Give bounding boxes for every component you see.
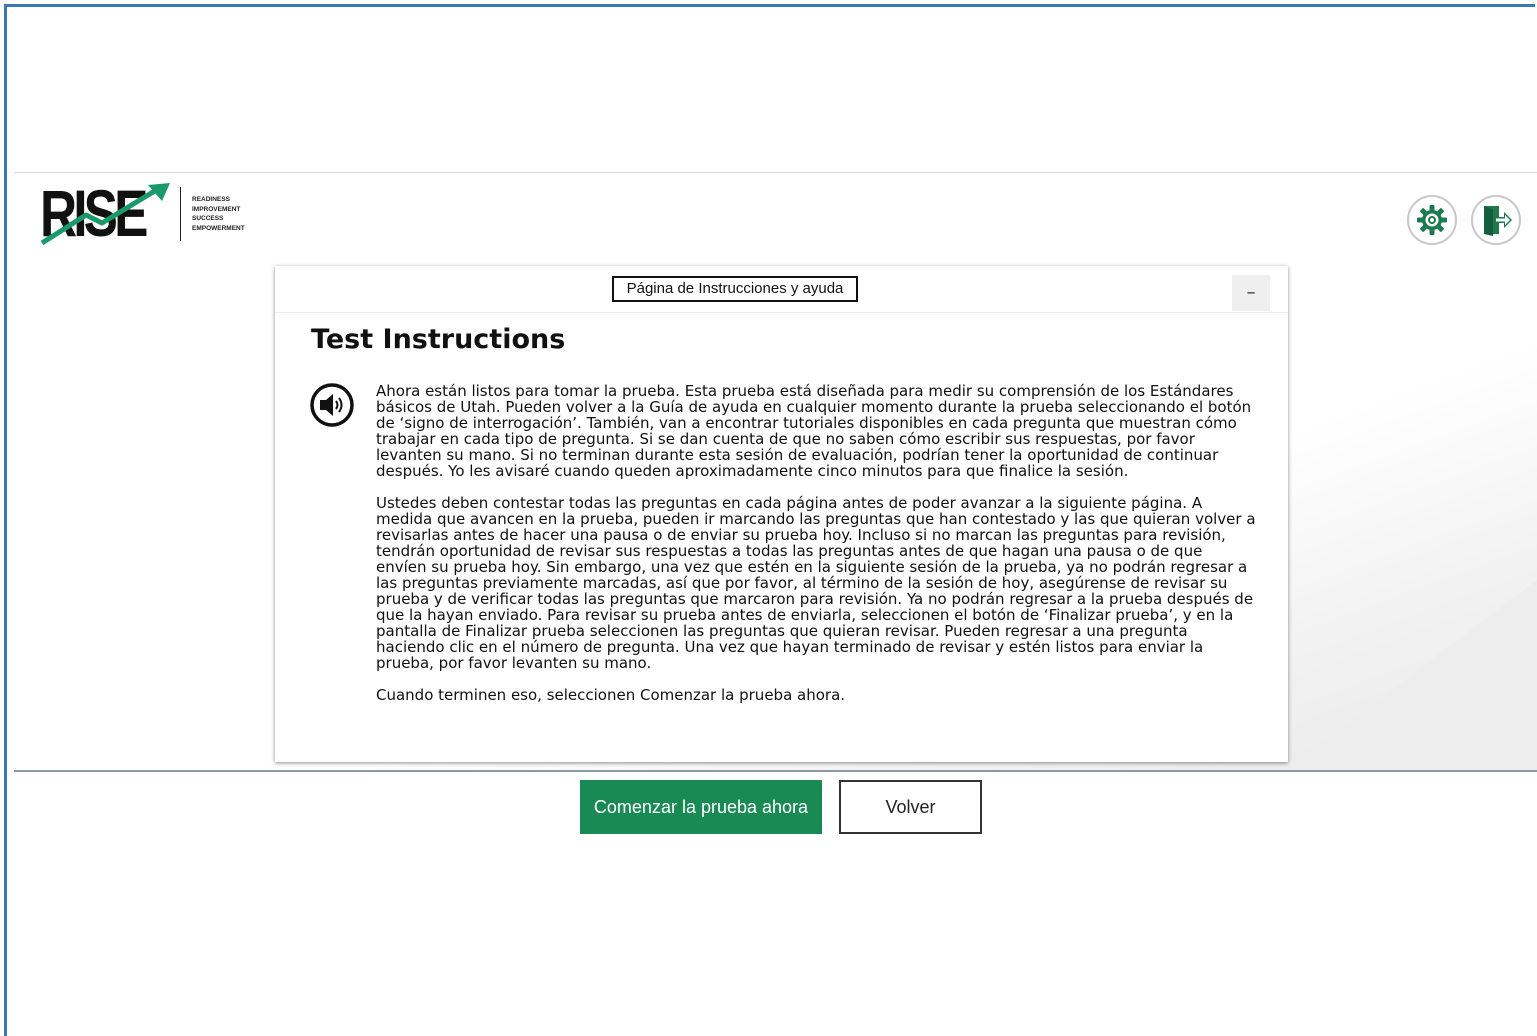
tagline-line: IMPROVEMENT — [192, 205, 241, 213]
gear-icon — [1417, 205, 1447, 235]
exit-button[interactable] — [1471, 195, 1521, 245]
logo-divider — [180, 187, 181, 241]
dialog-title: Página de Instrucciones y ayuda — [612, 276, 858, 302]
instructions-paragraph: Ahora están listos para tomar la prueba.… — [376, 382, 1252, 480]
tagline-line: EMPOWERMENT — [192, 224, 245, 232]
background-decoration — [1287, 580, 1537, 770]
page-title: Test Instructions — [311, 324, 566, 355]
logo-arrow-icon — [40, 183, 170, 246]
tagline-line: READINESS — [192, 196, 230, 203]
back-button[interactable]: Volver — [839, 780, 982, 834]
rise-logo: RISE READINESS IMPROVEMENT SUCCESS EMPOW… — [40, 179, 270, 247]
start-test-button[interactable]: Comenzar la prueba ahora — [580, 780, 822, 834]
minimize-button[interactable]: – — [1232, 275, 1270, 311]
instructions-dialog: Página de Instrucciones y ayuda – Test I… — [275, 266, 1288, 762]
app-container: RISE READINESS IMPROVEMENT SUCCESS EMPOW… — [14, 172, 1537, 868]
instructions-paragraph: Cuando terminen eso, seleccionen Comenza… — [376, 686, 846, 704]
exit-door-icon — [1484, 206, 1512, 236]
text-to-speech-button[interactable] — [309, 382, 355, 428]
app-header: RISE READINESS IMPROVEMENT SUCCESS EMPOW… — [14, 172, 1537, 254]
settings-button[interactable] — [1407, 195, 1457, 245]
instructions-paragraph: Ustedes deben contestar todas las pregun… — [376, 494, 1256, 672]
speaker-icon — [310, 383, 354, 427]
tagline-line: SUCCESS — [192, 215, 224, 222]
dialog-title-bar: Página de Instrucciones y ayuda – — [275, 266, 1288, 313]
instructions-text: Ahora están listos para tomar la prueba.… — [376, 383, 1256, 719]
logo-tagline: READINESS IMPROVEMENT SUCCESS EMPOWERMEN… — [192, 195, 245, 233]
